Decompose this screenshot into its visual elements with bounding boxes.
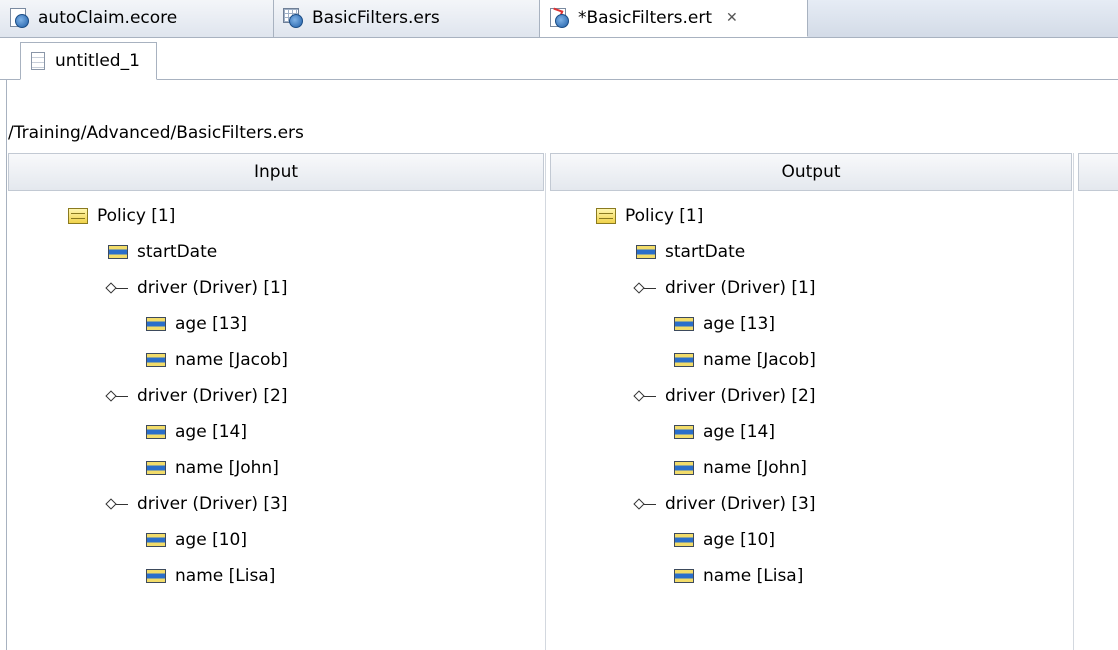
node-label: name [John] — [175, 458, 279, 478]
column-header-input[interactable]: Input — [8, 153, 544, 191]
node-label: Policy [1] — [625, 206, 704, 226]
ruleset-file-icon — [282, 7, 304, 29]
node-label: driver (Driver) [1] — [137, 278, 288, 298]
node-label: age [13] — [703, 314, 775, 334]
node-label: age [13] — [175, 314, 247, 334]
tab-autoclaim-ecore[interactable]: autoClaim.ecore — [0, 0, 274, 37]
attribute-icon — [146, 425, 166, 439]
tree-node-attribute[interactable]: name [Jacob] — [146, 342, 288, 378]
tree-node-attribute[interactable]: name [Lisa] — [674, 558, 803, 594]
node-label: name [Jacob] — [703, 350, 816, 370]
attribute-icon — [674, 533, 694, 547]
tree-node-association[interactable]: driver (Driver) [3] — [634, 486, 815, 522]
ruleset-path: /Training/Advanced/BasicFilters.ers — [8, 123, 304, 143]
attribute-icon — [674, 569, 694, 583]
panel-border — [6, 80, 7, 650]
node-label: name [John] — [703, 458, 807, 478]
tab-label: untitled_1 — [55, 51, 140, 71]
attribute-icon — [146, 461, 166, 475]
tree-node-attribute[interactable]: name [Lisa] — [146, 558, 275, 594]
tree-node-attribute[interactable]: startDate — [108, 234, 217, 270]
tab-untitled-1[interactable]: untitled_1 — [20, 42, 157, 80]
tree-node-policy[interactable]: Policy [1] — [68, 198, 175, 234]
document-icon — [31, 52, 45, 70]
tab-basicfilters-ers[interactable]: BasicFilters.ers — [274, 0, 540, 37]
attribute-icon — [146, 569, 166, 583]
node-label: age [14] — [175, 422, 247, 442]
entity-icon — [596, 208, 616, 224]
column-header-label: Input — [253, 162, 299, 182]
node-label: driver (Driver) [2] — [665, 386, 816, 406]
column-header-output[interactable]: Output — [550, 153, 1072, 191]
tree-node-association[interactable]: driver (Driver) [2] — [634, 378, 815, 414]
tree-node-association[interactable]: driver (Driver) [1] — [634, 270, 815, 306]
attribute-icon — [674, 461, 694, 475]
attribute-icon — [636, 245, 656, 259]
node-label: age [10] — [703, 530, 775, 550]
column-header-label: Output — [781, 162, 841, 182]
ecore-file-icon — [8, 7, 30, 29]
ruletest-file-icon — [548, 7, 570, 29]
tree-node-attribute[interactable]: name [John] — [146, 450, 279, 486]
tree-node-association[interactable]: driver (Driver) [2] — [106, 378, 287, 414]
node-label: name [Lisa] — [703, 566, 804, 586]
attribute-icon — [146, 353, 166, 367]
node-label: driver (Driver) [3] — [665, 494, 816, 514]
node-label: name [Jacob] — [175, 350, 288, 370]
node-label: driver (Driver) [3] — [137, 494, 288, 514]
attribute-icon — [674, 317, 694, 331]
close-icon[interactable]: ✕ — [726, 10, 738, 26]
node-label: startDate — [665, 242, 746, 262]
association-icon — [634, 496, 656, 512]
attribute-icon — [108, 245, 128, 259]
tree-node-attribute[interactable]: age [10] — [146, 522, 247, 558]
tab-basicfilters-ert[interactable]: *BasicFilters.ert ✕ — [540, 0, 808, 37]
node-label: driver (Driver) [2] — [137, 386, 288, 406]
tree-node-attribute[interactable]: age [10] — [674, 522, 775, 558]
editor-tab-bar: autoClaim.ecore BasicFilters.ers *BasicF… — [0, 0, 1118, 38]
node-label: Policy [1] — [97, 206, 176, 226]
tree-node-attribute[interactable]: age [14] — [674, 414, 775, 450]
node-label: driver (Driver) [1] — [665, 278, 816, 298]
tree-node-policy[interactable]: Policy [1] — [596, 198, 703, 234]
column-divider — [1073, 153, 1074, 650]
attribute-icon — [146, 533, 166, 547]
tree-node-association[interactable]: driver (Driver) [3] — [106, 486, 287, 522]
column-divider — [545, 153, 546, 650]
attribute-icon — [674, 353, 694, 367]
tree-node-attribute[interactable]: age [13] — [146, 306, 247, 342]
association-icon — [634, 388, 656, 404]
tree-node-attribute[interactable]: startDate — [636, 234, 745, 270]
attribute-icon — [146, 317, 166, 331]
tree-node-attribute[interactable]: age [13] — [674, 306, 775, 342]
tree-node-attribute[interactable]: name [John] — [674, 450, 807, 486]
node-label: startDate — [137, 242, 218, 262]
node-label: age [10] — [175, 530, 247, 550]
association-icon — [106, 280, 128, 296]
association-icon — [634, 280, 656, 296]
association-icon — [106, 496, 128, 512]
tab-label: BasicFilters.ers — [312, 8, 440, 28]
entity-icon — [68, 208, 88, 224]
attribute-icon — [674, 425, 694, 439]
tab-label: *BasicFilters.ert — [578, 7, 712, 28]
tab-bar-empty-area — [808, 0, 1118, 37]
column-header-expected[interactable] — [1078, 153, 1118, 191]
sub-tab-bar: untitled_1 — [0, 38, 1118, 80]
tree-node-association[interactable]: driver (Driver) [1] — [106, 270, 287, 306]
association-icon — [106, 388, 128, 404]
tree-node-attribute[interactable]: age [14] — [146, 414, 247, 450]
node-label: name [Lisa] — [175, 566, 276, 586]
node-label: age [14] — [703, 422, 775, 442]
tree-node-attribute[interactable]: name [Jacob] — [674, 342, 816, 378]
tab-label: autoClaim.ecore — [38, 8, 178, 28]
